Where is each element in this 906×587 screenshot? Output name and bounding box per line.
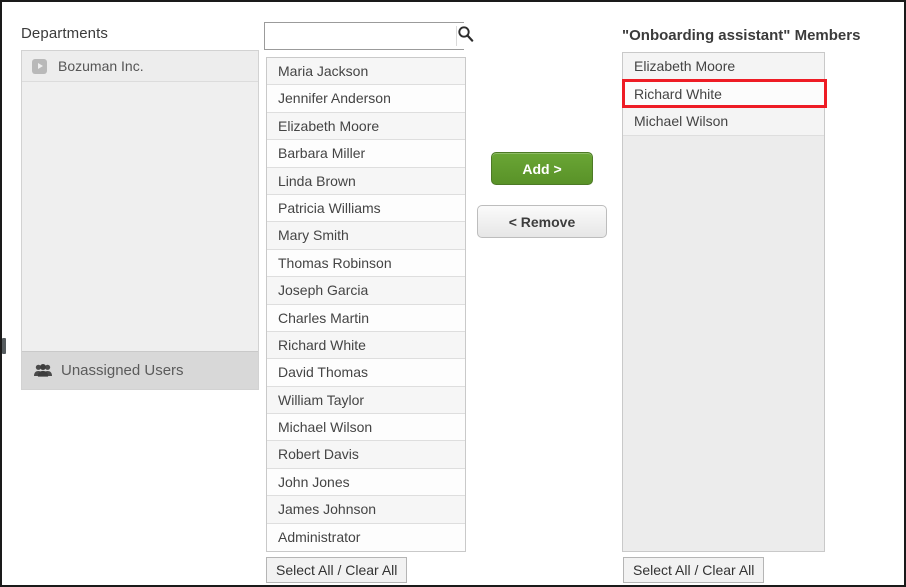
list-item[interactable]: Administrator (267, 523, 465, 551)
search-box[interactable] (264, 22, 474, 50)
user-assignment-screen: Departments Bozuman Inc. Unassigned User… (0, 0, 906, 587)
add-button[interactable]: Add > (491, 152, 593, 185)
departments-heading: Departments (21, 25, 108, 42)
search-input[interactable] (268, 26, 457, 46)
list-item[interactable]: John Jones (267, 468, 465, 497)
list-item[interactable]: Richard White (267, 331, 465, 360)
group-users-icon (34, 363, 52, 378)
list-item[interactable]: Patricia Williams (267, 194, 465, 223)
list-item[interactable]: David Thomas (267, 359, 465, 387)
search-button[interactable] (457, 23, 474, 49)
candidate-users-list[interactable]: Maria Jackson Jennifer Anderson Elizabeth … (266, 57, 466, 552)
unassigned-users-label: Unassigned Users (61, 362, 184, 379)
departments-tree-panel: Bozuman Inc. Unassigned Users (21, 50, 259, 390)
list-item[interactable]: Barbara Miller (267, 140, 465, 168)
list-item[interactable]: Michael Wilson (623, 108, 824, 136)
list-item[interactable]: Richard White (623, 80, 824, 108)
list-item[interactable]: Thomas Robinson (267, 249, 465, 278)
list-item[interactable]: Elizabeth Moore (623, 53, 824, 81)
list-item[interactable]: Elizabeth Moore (267, 112, 465, 141)
list-item[interactable]: Linda Brown (267, 167, 465, 195)
group-members-list[interactable]: Elizabeth Moore Richard White Michael Wils… (622, 52, 825, 552)
members-heading: "Onboarding assistant" Members (622, 27, 861, 44)
list-item[interactable]: Jennifer Anderson (267, 85, 465, 113)
department-node-label: Bozuman Inc. (58, 58, 144, 74)
list-item[interactable]: Michael Wilson (267, 414, 465, 442)
list-item[interactable]: Charles Martin (267, 304, 465, 332)
left-edge-handle[interactable] (2, 338, 6, 354)
search-icon (457, 25, 474, 47)
list-item[interactable]: Joseph Garcia (267, 277, 465, 305)
list-item[interactable]: James Johnson (267, 496, 465, 524)
list-item[interactable]: Maria Jackson (267, 58, 465, 86)
select-all-clear-all-members-button[interactable]: Select All / Clear All (623, 557, 765, 583)
department-node-root[interactable]: Bozuman Inc. (22, 51, 258, 82)
sidebar-item-unassigned-users[interactable]: Unassigned Users (22, 351, 258, 389)
list-item[interactable]: Mary Smith (267, 222, 465, 250)
list-item[interactable]: Robert Davis (267, 441, 465, 469)
remove-button[interactable]: < Remove (477, 205, 607, 238)
list-item[interactable]: William Taylor (267, 386, 465, 415)
select-all-clear-all-candidates-button[interactable]: Select All / Clear All (266, 557, 408, 583)
expand-triangle-icon[interactable] (32, 58, 47, 74)
